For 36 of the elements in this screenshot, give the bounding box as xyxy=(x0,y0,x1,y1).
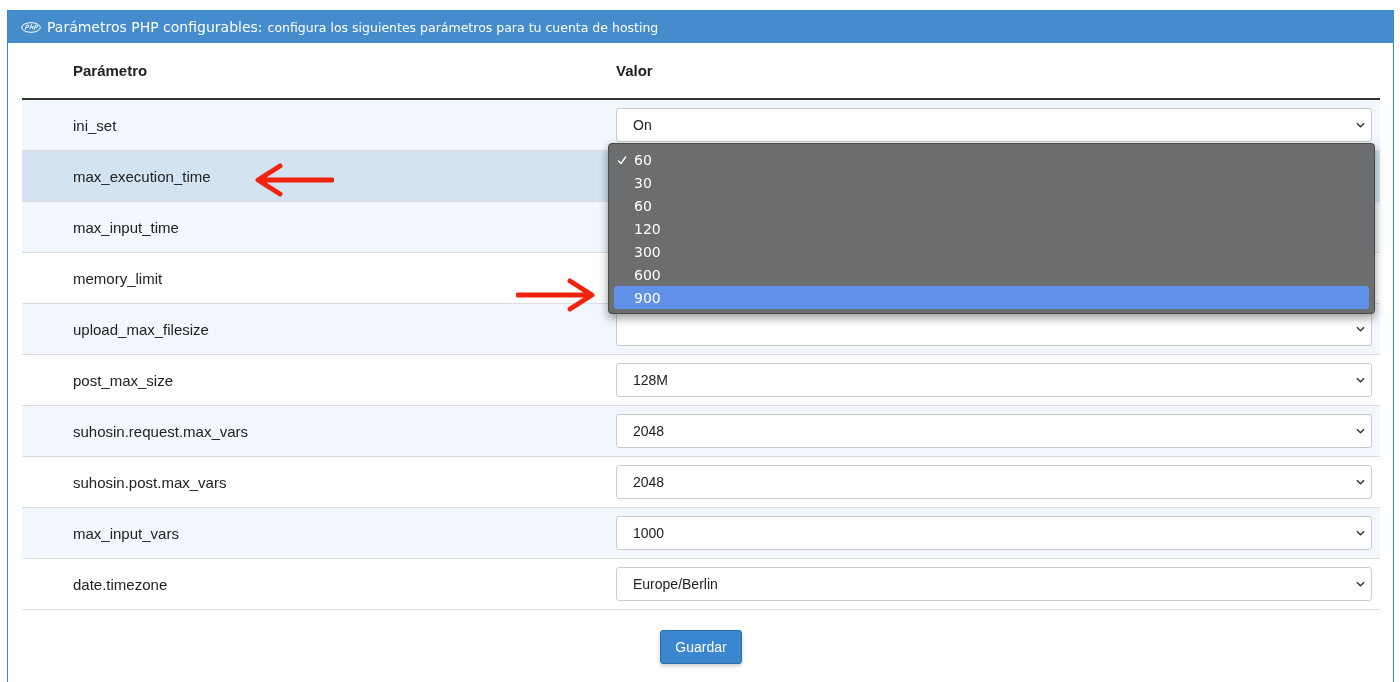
parameter-name: ini_set xyxy=(73,116,117,134)
column-header: Valor xyxy=(616,62,653,79)
parameter-name: max_input_time xyxy=(73,218,179,236)
panel-title: Parámetros PHP configurables: xyxy=(47,19,263,35)
dropdown-option[interactable]: 120 xyxy=(614,217,1369,240)
parameter-name: suhosin.post.max_vars xyxy=(73,473,227,491)
chevron-down-icon xyxy=(1356,377,1365,383)
chevron-down-icon xyxy=(1356,581,1365,587)
value-select[interactable]: Europe/Berlin xyxy=(616,567,1372,601)
value-select[interactable]: 1000 xyxy=(616,516,1372,550)
parameter-name: upload_max_filesize xyxy=(73,320,209,338)
value-select[interactable]: 2048 xyxy=(616,414,1372,448)
parameter-name: max_execution_time xyxy=(73,167,211,185)
dropdown-option[interactable]: 60 xyxy=(614,148,1369,171)
value-select[interactable] xyxy=(616,312,1372,346)
dropdown-option[interactable]: 600 xyxy=(614,263,1369,286)
dropdown-option[interactable]: 60 xyxy=(614,194,1369,217)
dropdown-option[interactable]: 30 xyxy=(614,171,1369,194)
chevron-down-icon xyxy=(1356,479,1365,485)
value-select[interactable]: 128M xyxy=(616,363,1372,397)
chevron-down-icon xyxy=(1356,326,1365,332)
value-select[interactable]: 2048 xyxy=(616,465,1372,499)
parameter-name: post_max_size xyxy=(73,371,174,389)
parameter-name: memory_limit xyxy=(73,269,163,287)
parameter-name: date.timezone xyxy=(73,575,168,593)
parameter-name: suhosin.request.max_vars xyxy=(73,422,249,440)
chevron-down-icon xyxy=(1356,530,1365,536)
column-header: Parámetro xyxy=(72,62,149,79)
php-logo-icon xyxy=(21,21,41,33)
panel-subtitle: configura los siguientes parámetros para tu cuenta de hosting xyxy=(267,19,659,35)
value-select[interactable]: On xyxy=(616,108,1372,142)
parameter-name: max_input_vars xyxy=(73,524,179,542)
save-button[interactable]: Guardar xyxy=(660,630,742,664)
chevron-down-icon xyxy=(1356,428,1365,434)
chevron-down-icon xyxy=(1356,122,1365,128)
dropdown-option[interactable]: 300 xyxy=(614,240,1369,263)
